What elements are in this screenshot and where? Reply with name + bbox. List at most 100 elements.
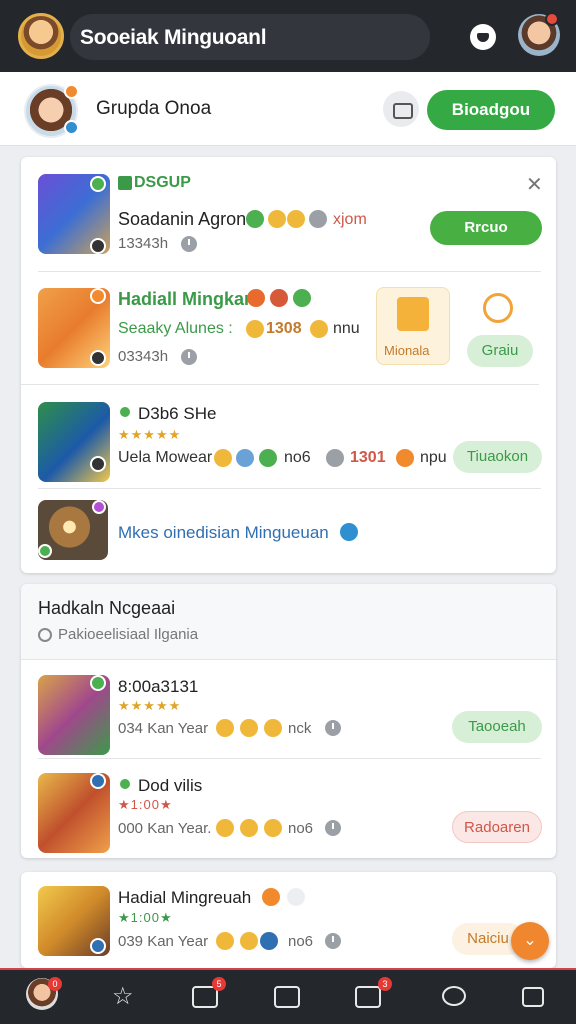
row-divider — [38, 758, 541, 759]
app-avatar-icon[interactable] — [18, 13, 64, 59]
profile-badge — [545, 12, 559, 26]
feed-line: Uela Mowear — [118, 449, 213, 466]
spark-icon — [236, 449, 254, 467]
coin-icon — [326, 449, 344, 467]
list-count: nck — [288, 720, 312, 737]
avatar-badge-orange — [64, 84, 79, 99]
verified-icon — [90, 773, 106, 789]
feed-count-b: 1301 — [350, 449, 386, 466]
heart-icon — [247, 289, 265, 307]
online-icon — [118, 405, 132, 419]
avatar-badge-blue — [64, 120, 79, 135]
smile-icon — [240, 819, 258, 837]
join-button[interactable]: Bioadgou — [427, 90, 555, 130]
rating-stars: ★★★★★ — [118, 698, 182, 713]
list-name: Hadial Mingreuah — [118, 888, 252, 907]
row-secondary-button[interactable]: Graiu — [467, 335, 533, 367]
feed-count-c: npu — [420, 449, 447, 466]
row-action-button[interactable]: Tiuaokon — [453, 441, 542, 473]
row-divider — [38, 271, 541, 272]
coin-icon — [264, 719, 282, 737]
smile-icon — [240, 719, 258, 737]
list-name: Dod vilis — [138, 776, 203, 795]
status-icon — [90, 456, 106, 472]
feed-line-b: 1308 — [266, 320, 302, 337]
feed-badge-label: DSGUP — [134, 174, 191, 191]
smile-icon — [287, 210, 305, 228]
play-circle-icon[interactable] — [483, 293, 513, 323]
section-header — [21, 584, 556, 660]
shop-bag-icon — [397, 297, 429, 331]
feed-meta: 13343h — [118, 235, 169, 252]
ghost-icon — [287, 888, 305, 906]
smile-icon — [216, 719, 234, 737]
camera-icon[interactable] — [383, 91, 419, 127]
online-icon — [118, 777, 132, 791]
feed-name: D3b6 SHe — [138, 404, 217, 423]
section-title: Hadkaln Ncgeaai — [38, 598, 176, 618]
badge-icon — [92, 500, 106, 514]
status-icon — [90, 238, 106, 254]
feed-line[interactable]: Mkes oinedisian Mingueuan — [118, 523, 329, 543]
feed-count-a: no6 — [284, 449, 311, 466]
leaf-icon — [259, 449, 277, 467]
smile-icon — [268, 210, 286, 228]
shop-tile-label: Mionala — [384, 343, 430, 358]
section-subtitle: Pakioeelisiaal Ilgania — [58, 626, 199, 643]
list-count: no6 — [288, 820, 314, 837]
smile-icon — [216, 932, 234, 950]
nav-media-icon[interactable] — [274, 982, 304, 1010]
smile-icon — [396, 449, 414, 467]
feed-line-c: nnu — [333, 320, 360, 337]
coin-icon — [240, 932, 258, 950]
expand-fab-icon[interactable]: ⌄ — [511, 922, 549, 960]
close-icon[interactable]: ✕ — [526, 172, 543, 197]
verified-icon — [90, 176, 106, 192]
nav-menu-icon[interactable] — [520, 982, 550, 1010]
feed-name: Hadiall Mingkan — [118, 289, 256, 309]
row-action-button[interactable]: Rrcuo — [430, 211, 542, 245]
list-action-button[interactable]: Taooeah — [452, 711, 542, 743]
coin-icon — [310, 320, 328, 338]
leaf-icon — [293, 289, 311, 307]
list-action-button[interactable]: Radoaren — [452, 811, 542, 843]
group-name: Grupda Onoa — [96, 98, 212, 119]
clock-icon — [181, 236, 197, 252]
coin-icon — [264, 819, 282, 837]
status-icon — [90, 938, 106, 954]
list-meta: 034 Kan Year — [118, 720, 209, 737]
link-icon — [340, 523, 358, 541]
feed-line-a: Seaaky Alunes : — [118, 320, 233, 337]
group-tag-icon — [118, 176, 132, 190]
shield-icon — [260, 932, 278, 950]
status-icon — [38, 544, 52, 558]
share-icon — [325, 820, 341, 836]
list-count: no6 — [288, 933, 314, 950]
star-icon — [246, 210, 264, 228]
nav-badge: 3 — [378, 977, 392, 991]
rating-stars: ★★★★★ — [118, 427, 182, 442]
smile-icon — [214, 449, 232, 467]
coin-icon — [309, 210, 327, 228]
coin-icon — [246, 320, 264, 338]
feed-line: Soadanin Agron — [118, 209, 247, 229]
nav-star-icon[interactable]: ☆ — [110, 982, 140, 1010]
leaf-icon — [270, 289, 288, 307]
share-icon — [325, 933, 341, 949]
nav-bubble-icon[interactable] — [440, 982, 470, 1010]
feed-suffix: xjom — [333, 211, 367, 228]
share-icon — [325, 720, 341, 736]
shield-icon[interactable] — [470, 24, 496, 50]
list-meta: 000 Kan Year. — [118, 820, 212, 837]
clock-icon — [181, 349, 197, 365]
rating-stars: ★1:00★ — [118, 797, 173, 812]
circle-icon — [38, 628, 52, 642]
row-divider — [38, 488, 541, 489]
smile-icon — [216, 819, 234, 837]
status-icon — [90, 350, 106, 366]
nav-badge: 5 — [212, 977, 226, 991]
rating-stars: ★1:00★ — [118, 910, 173, 925]
smile-icon — [262, 888, 280, 906]
list-meta: 039 Kan Year — [118, 933, 209, 950]
list-name: 8:00a3131 — [118, 677, 199, 696]
